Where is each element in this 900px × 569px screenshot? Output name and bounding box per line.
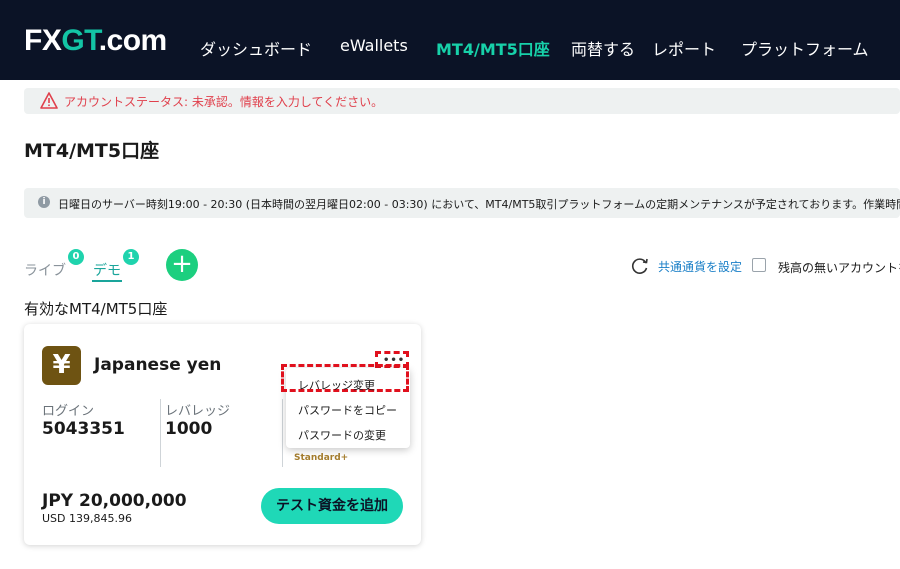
- logo-text-fx: FX: [24, 24, 62, 57]
- login-value: 5043351: [42, 419, 125, 439]
- add-account-button[interactable]: +: [166, 249, 198, 281]
- top-navbar: FXGT.com ダッシュボード eWallets MT4/MT5口座 両替する…: [0, 0, 900, 80]
- fxgt-logo[interactable]: FXGT.com: [24, 24, 167, 58]
- account-currency-name: Japanese yen: [94, 355, 222, 375]
- leverage-label: レバレッジ: [165, 404, 231, 419]
- info-icon: i: [38, 196, 50, 208]
- hide-empty-accounts-label: 残高の無いアカウントを: [778, 261, 900, 275]
- notice-text: 日曜日のサーバー時刻19:00 - 20:30 (日本時間の翌月曜日02:00 …: [58, 198, 900, 211]
- logo-text-gt: GT: [61, 24, 99, 57]
- nav-dashboard[interactable]: ダッシュボード: [200, 36, 312, 60]
- add-test-funds-button[interactable]: テスト資金を追加: [261, 488, 403, 524]
- account-options-menu: レバレッジ変更 パスワードをコピー パスワードの変更: [281, 364, 410, 448]
- menu-item-change-leverage[interactable]: レバレッジ変更: [298, 377, 375, 393]
- nav-platforms[interactable]: プラットフォーム: [741, 36, 869, 60]
- account-card: ¥ Japanese yen ••• ログイン 5043351 レバレッジ 10…: [24, 324, 421, 545]
- field-divider: [160, 399, 161, 467]
- account-type-tag: Standard+: [294, 453, 349, 463]
- nav-exchange[interactable]: 両替する: [571, 36, 635, 60]
- currency-link-text[interactable]: 共通通貨を設定: [658, 258, 742, 275]
- tab-demo[interactable]: デモ: [93, 260, 121, 280]
- nav-mt4-mt5-accounts[interactable]: MT4/MT5口座: [436, 36, 550, 60]
- active-accounts-heading: 有効なMT4/MT5口座: [24, 300, 168, 318]
- active-tab-underline: [92, 280, 122, 282]
- alert-text[interactable]: アカウントステータス: 未承認。情報を入力してください。: [64, 93, 383, 110]
- usd-balance: USD 139,845.96: [42, 512, 132, 525]
- field-divider: [282, 399, 283, 467]
- live-count-badge: 0: [68, 249, 84, 265]
- account-status-alert: アカウントステータス: 未承認。情報を入力してください。: [24, 88, 900, 114]
- menu-item-copy-password[interactable]: パスワードをコピー: [298, 402, 397, 418]
- yen-icon: ¥: [42, 346, 81, 385]
- page-title: MT4/MT5口座: [24, 140, 160, 162]
- hide-empty-accounts-checkbox[interactable]: [752, 258, 766, 272]
- login-label: ログイン: [42, 404, 95, 419]
- menu-item-change-password[interactable]: パスワードの変更: [298, 427, 386, 443]
- leverage-value: 1000: [165, 419, 213, 439]
- logo-text-com: .com: [98, 24, 168, 57]
- nav-ewallets[interactable]: eWallets: [340, 36, 408, 55]
- nav-reports[interactable]: レポート: [652, 36, 716, 60]
- tab-live[interactable]: ライブ: [24, 260, 66, 280]
- plus-icon: +: [171, 249, 193, 279]
- refresh-icon: [631, 258, 648, 274]
- demo-count-badge: 1: [123, 249, 139, 265]
- warning-icon: [40, 92, 58, 109]
- account-balance: JPY 20,000,000: [42, 491, 187, 511]
- maintenance-notice: i 日曜日のサーバー時刻19:00 - 20:30 (日本時間の翌月曜日02:0…: [24, 188, 900, 218]
